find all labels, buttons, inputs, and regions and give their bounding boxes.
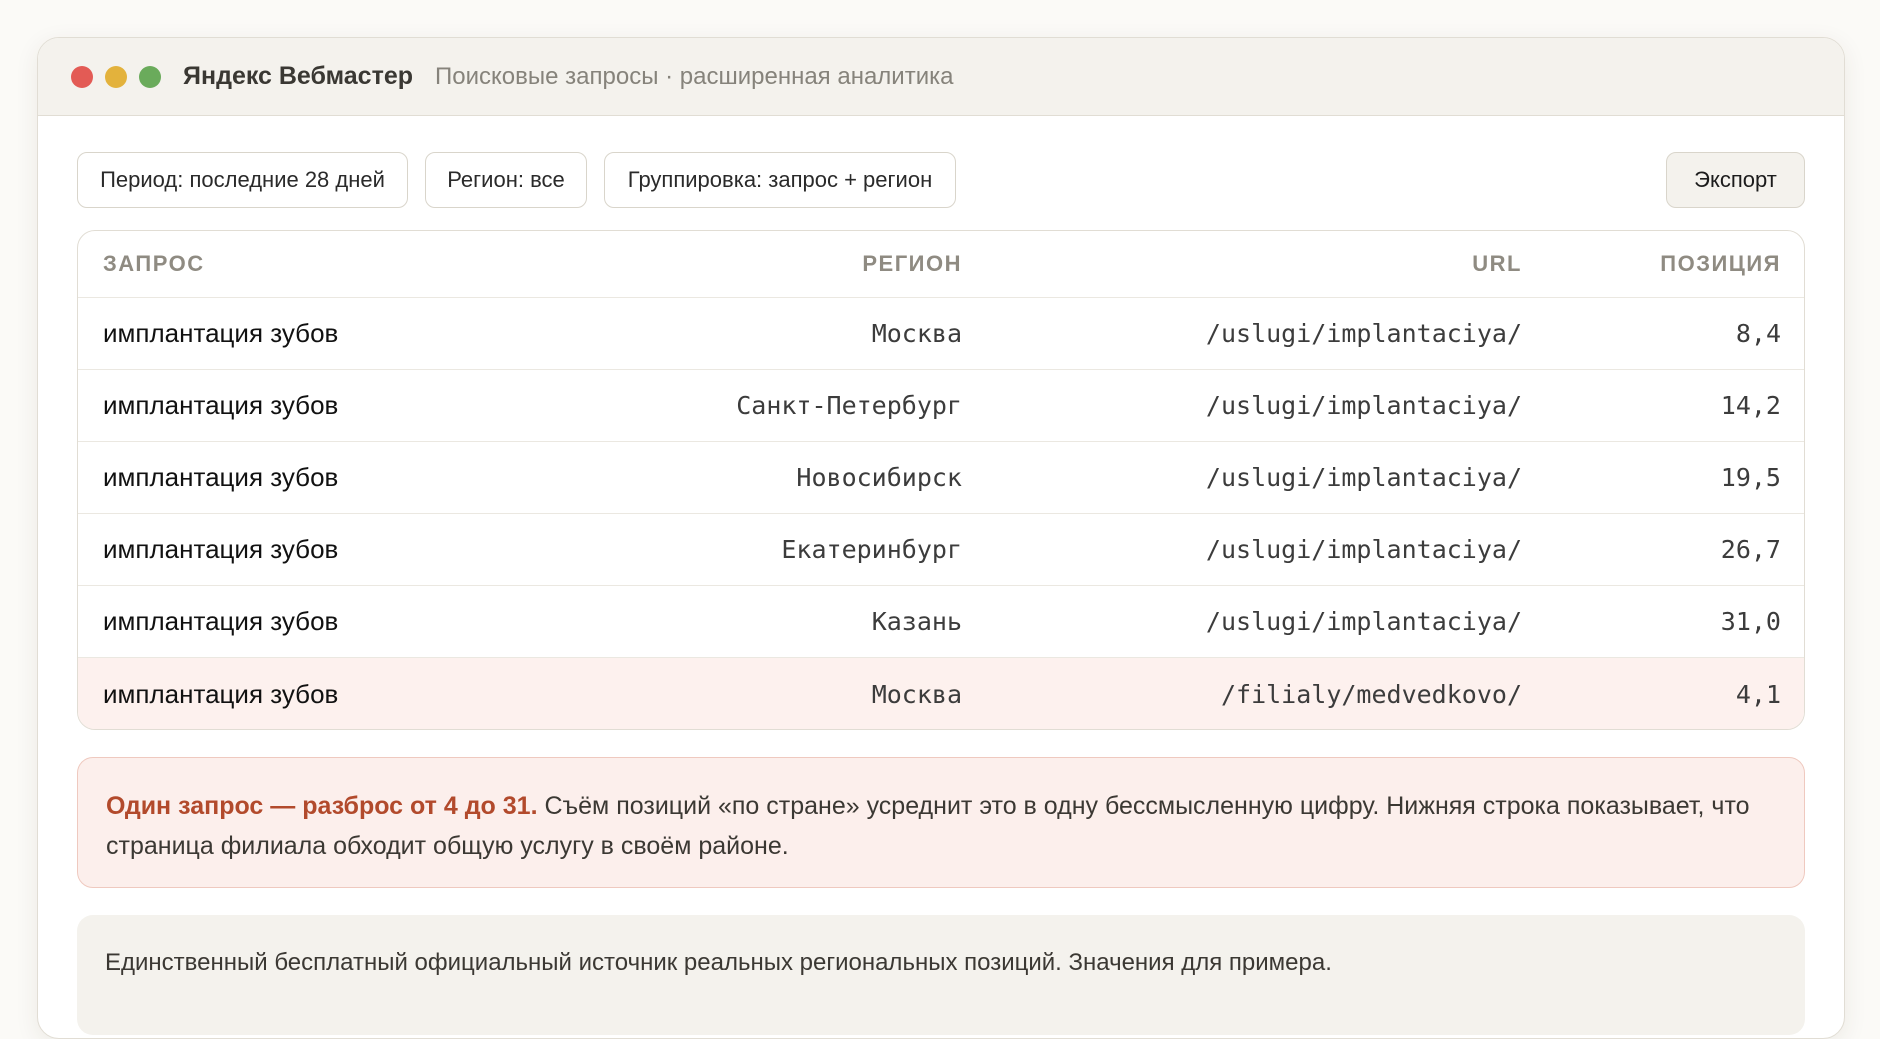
warning-lead: Один запрос — разброс от 4 до 31. (106, 792, 538, 820)
table-row[interactable]: имплантация зубов Новосибирск /uslugi/im… (78, 442, 1804, 514)
app-window: Яндекс Вебмастер Поисковые запросы · рас… (37, 37, 1845, 1039)
grouping-filter-button[interactable]: Группировка: запрос + регион (604, 152, 956, 208)
note-text: Единственный бесплатный официальный исто… (105, 949, 1332, 976)
position-cell: 19,5 (1720, 463, 1781, 492)
column-header-url[interactable]: URL (1472, 231, 1522, 297)
url-cell: /uslugi/implantaciya/ (1205, 607, 1522, 636)
table-row[interactable]: имплантация зубов Москва /uslugi/implant… (78, 298, 1804, 370)
table-row[interactable]: имплантация зубов Казань /uslugi/implant… (78, 586, 1804, 658)
url-cell: /uslugi/implantaciya/ (1205, 463, 1522, 492)
query-cell: имплантация зубов (103, 678, 339, 709)
region-filter-button[interactable]: Регион: все (425, 152, 587, 208)
query-cell: имплантация зубов (103, 462, 339, 492)
url-cell: /uslugi/implantaciya/ (1205, 535, 1522, 564)
position-cell: 8,4 (1735, 319, 1781, 348)
position-cell: 4,1 (1735, 679, 1781, 709)
title-bar: Яндекс Вебмастер Поисковые запросы · рас… (38, 38, 1844, 116)
query-cell: имплантация зубов (103, 390, 339, 420)
region-cell: Екатеринбург (781, 535, 962, 564)
url-cell: /uslugi/implantaciya/ (1205, 391, 1522, 420)
url-cell: /filialy/medvedkovo/ (1220, 679, 1522, 709)
column-header-region[interactable]: РЕГИОН (862, 231, 962, 297)
position-cell: 26,7 (1720, 535, 1781, 564)
region-cell: Санкт-Петербург (736, 391, 962, 420)
query-cell: имплантация зубов (103, 606, 339, 636)
query-cell: имплантация зубов (103, 318, 339, 348)
region-cell: Москва (871, 679, 962, 709)
highlighted-table-row[interactable]: имплантация зубов Москва /filialy/medved… (78, 658, 1804, 729)
filter-toolbar: Период: последние 28 дней Регион: все Гр… (77, 152, 1805, 210)
column-header-position[interactable]: ПОЗИЦИЯ (1660, 231, 1781, 297)
queries-table: ЗАПРОС РЕГИОН URL ПОЗИЦИЯ имплантация зу… (77, 230, 1805, 730)
column-header-query[interactable]: ЗАПРОС (103, 231, 205, 297)
minimize-window-button[interactable] (105, 65, 127, 88)
region-cell: Казань (871, 607, 962, 636)
export-button[interactable]: Экспорт (1666, 152, 1805, 208)
table-header-row: ЗАПРОС РЕГИОН URL ПОЗИЦИЯ (78, 231, 1804, 298)
app-title: Яндекс Вебмастер (183, 62, 414, 90)
period-filter-button[interactable]: Период: последние 28 дней (77, 152, 408, 208)
close-window-button[interactable] (71, 65, 93, 88)
source-note: Единственный бесплатный официальный исто… (77, 915, 1805, 1035)
table-row[interactable]: имплантация зубов Санкт-Петербург /uslug… (78, 370, 1804, 442)
position-cell: 14,2 (1720, 391, 1781, 420)
query-cell: имплантация зубов (103, 534, 339, 564)
region-cell: Москва (871, 319, 962, 348)
position-cell: 31,0 (1720, 607, 1781, 636)
maximize-window-button[interactable] (139, 65, 161, 88)
region-cell: Новосибирск (796, 463, 962, 492)
url-cell: /uslugi/implantaciya/ (1205, 319, 1522, 348)
spread-warning-callout: Один запрос — разброс от 4 до 31. Съём п… (77, 757, 1805, 888)
table-row[interactable]: имплантация зубов Екатеринбург /uslugi/i… (78, 514, 1804, 586)
page-subtitle: Поисковые запросы · расширенная аналитик… (435, 62, 954, 90)
